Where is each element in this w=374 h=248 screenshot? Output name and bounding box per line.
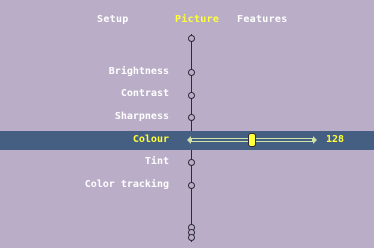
connector-node	[188, 92, 195, 99]
scroll-more-indicator	[188, 234, 195, 241]
colour-slider[interactable]	[187, 133, 317, 147]
menu-item-brightness[interactable]: Brightness	[0, 64, 374, 80]
menu-item-color-tracking[interactable]: Color tracking	[0, 177, 374, 193]
menu-item-label: Sharpness	[114, 111, 169, 122]
menu-item-label: Tint	[144, 156, 169, 167]
menu-item-label: Colour	[132, 134, 169, 145]
slider-value: 128	[326, 134, 345, 145]
menu-tabs: Setup Picture Features	[0, 14, 374, 28]
connector-node	[188, 159, 195, 166]
slider-right-arrow-icon[interactable]	[313, 136, 317, 144]
menu-item-label: Contrast	[120, 88, 169, 99]
menu-item-contrast[interactable]: Contrast	[0, 86, 374, 102]
menu-item-tint[interactable]: Tint	[0, 154, 374, 170]
menu-item-colour[interactable]: Colour 128	[0, 131, 374, 150]
tv-osd-menu: Setup Picture Features Brightness Contra…	[0, 0, 374, 248]
tab-setup[interactable]: Setup	[97, 14, 129, 25]
connector-node	[188, 35, 195, 42]
menu-item-label: Color tracking	[84, 179, 169, 190]
connector-node	[188, 69, 195, 76]
tab-features[interactable]: Features	[237, 14, 288, 25]
slider-knob[interactable]	[248, 133, 256, 147]
connector-node	[188, 114, 195, 121]
menu-item-sharpness[interactable]: Sharpness	[0, 109, 374, 125]
menu-item-label: Brightness	[108, 66, 169, 77]
tab-picture[interactable]: Picture	[175, 14, 219, 25]
connector-node	[188, 182, 195, 189]
